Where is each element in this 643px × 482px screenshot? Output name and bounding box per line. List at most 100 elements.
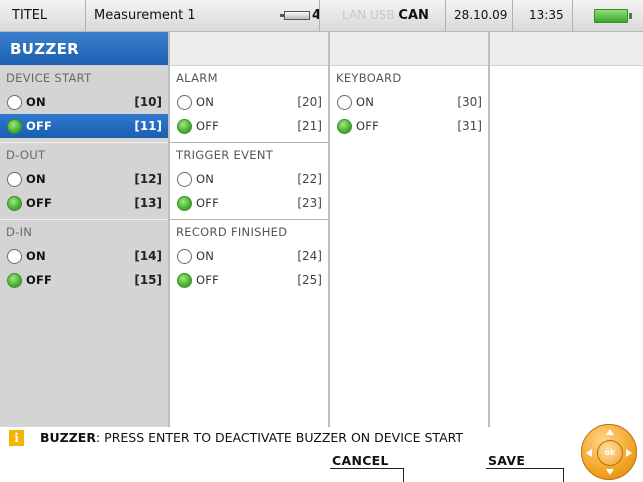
- status-bar: TITEL Measurement 1 4 LAN USB CAN 28.10.…: [0, 0, 643, 32]
- radio-off-icon: [7, 95, 22, 110]
- arrow-left-icon[interactable]: [586, 449, 592, 457]
- arrow-right-icon[interactable]: [626, 449, 632, 457]
- radio-on-icon: [177, 196, 192, 211]
- column-header: [170, 32, 328, 66]
- battery-full-icon: [594, 9, 632, 23]
- option-label: OFF: [26, 273, 53, 287]
- radio-off-icon: [177, 249, 192, 264]
- status-measurement[interactable]: Measurement 1 4: [86, 0, 320, 31]
- option-label: OFF: [26, 196, 53, 210]
- option-device-start-off[interactable]: OFF [11]: [0, 114, 168, 138]
- group-alarm: ALARM ON [20] OFF [21]: [170, 66, 328, 138]
- group-d-out: D-OUT ON [12] OFF [13]: [0, 142, 168, 215]
- option-label: OFF: [196, 119, 219, 133]
- info-icon: i: [9, 430, 24, 446]
- column-header: [490, 32, 643, 66]
- option-key: [10]: [134, 95, 162, 109]
- option-label: ON: [196, 249, 215, 263]
- save-button[interactable]: SAVE: [486, 453, 564, 482]
- group-title: D-IN: [6, 225, 33, 239]
- status-time: 13:35: [513, 0, 573, 31]
- column-4: [488, 32, 643, 427]
- option-key: [21]: [297, 119, 322, 133]
- info-text: : PRESS ENTER TO DEACTIVATE BUZZER ON DE…: [95, 430, 464, 445]
- cancel-button[interactable]: CANCEL: [330, 453, 404, 482]
- interfaces-inactive: LAN USB: [342, 8, 395, 22]
- group-record-finished: RECORD FINISHED ON [24] OFF [25]: [170, 219, 328, 292]
- radio-off-icon: [7, 172, 22, 187]
- option-label: ON: [196, 95, 215, 109]
- group-title: KEYBOARD: [336, 71, 402, 85]
- option-key: [13]: [134, 196, 162, 210]
- option-label: OFF: [196, 196, 219, 210]
- arrow-up-icon[interactable]: [606, 429, 614, 435]
- option-key: [24]: [297, 249, 322, 263]
- option-key: [12]: [134, 172, 162, 186]
- option-label: ON: [196, 172, 215, 186]
- option-key: [11]: [134, 119, 162, 133]
- radio-on-icon: [177, 119, 192, 134]
- page-title: BUZZER: [0, 32, 168, 66]
- column-header: [330, 32, 488, 66]
- nav-wheel[interactable]: ok: [581, 424, 637, 480]
- option-label: ON: [356, 95, 375, 109]
- option-key: [31]: [457, 119, 482, 133]
- column-2: ALARM ON [20] OFF [21] TRIGGER EVENT ON …: [168, 32, 328, 427]
- option-label: OFF: [26, 119, 53, 133]
- radio-on-icon: [177, 273, 192, 288]
- option-label: OFF: [356, 119, 379, 133]
- option-keyboard-on[interactable]: ON [30]: [330, 90, 488, 114]
- radio-on-icon: [337, 119, 352, 134]
- battery-pack-icon: [280, 11, 310, 20]
- status-interfaces: LAN USB CAN: [320, 0, 446, 31]
- option-d-in-on[interactable]: ON [14]: [0, 244, 168, 268]
- group-trigger-event: TRIGGER EVENT ON [22] OFF [23]: [170, 142, 328, 215]
- option-trigger-event-off[interactable]: OFF [23]: [170, 191, 328, 215]
- radio-off-icon: [337, 95, 352, 110]
- group-title: D-OUT: [6, 148, 46, 162]
- group-device-start: DEVICE START ON [10] OFF [11]: [0, 66, 168, 138]
- group-d-in: D-IN ON [14] OFF [15]: [0, 219, 168, 292]
- group-keyboard: KEYBOARD ON [30] OFF [31]: [330, 66, 488, 138]
- info-message: BUZZER: PRESS ENTER TO DEACTIVATE BUZZER…: [40, 427, 463, 449]
- option-key: [15]: [134, 273, 162, 287]
- option-alarm-on[interactable]: ON [20]: [170, 90, 328, 114]
- option-keyboard-off[interactable]: OFF [31]: [330, 114, 488, 138]
- option-key: [20]: [297, 95, 322, 109]
- radio-on-icon: [7, 273, 22, 288]
- option-d-out-on[interactable]: ON [12]: [0, 167, 168, 191]
- column-1: BUZZER DEVICE START ON [10] OFF [11] D-O…: [0, 32, 168, 427]
- group-title: ALARM: [176, 71, 218, 85]
- column-3: KEYBOARD ON [30] OFF [31]: [328, 32, 488, 427]
- group-title: DEVICE START: [6, 71, 92, 85]
- option-label: ON: [26, 95, 46, 109]
- radio-off-icon: [177, 95, 192, 110]
- option-trigger-event-on[interactable]: ON [22]: [170, 167, 328, 191]
- option-record-finished-off[interactable]: OFF [25]: [170, 268, 328, 292]
- info-bar: i BUZZER: PRESS ENTER TO DEACTIVATE BUZZ…: [0, 427, 643, 449]
- option-key: [14]: [134, 249, 162, 263]
- option-alarm-off[interactable]: OFF [21]: [170, 114, 328, 138]
- ok-button[interactable]: ok: [597, 440, 623, 466]
- option-label: OFF: [196, 273, 219, 287]
- option-d-out-off[interactable]: OFF [13]: [0, 191, 168, 215]
- option-key: [30]: [457, 95, 482, 109]
- option-key: [22]: [297, 172, 322, 186]
- radio-off-icon: [7, 249, 22, 264]
- interface-can: CAN: [398, 8, 429, 23]
- battery-count: 4: [312, 0, 319, 31]
- status-date: 28.10.09: [446, 0, 513, 31]
- radio-on-icon: [7, 196, 22, 211]
- radio-on-icon: [7, 119, 22, 134]
- option-label: ON: [26, 172, 46, 186]
- info-label: BUZZER: [40, 430, 96, 445]
- option-device-start-on[interactable]: ON [10]: [0, 90, 168, 114]
- option-label: ON: [26, 249, 46, 263]
- radio-off-icon: [177, 172, 192, 187]
- option-d-in-off[interactable]: OFF [15]: [0, 268, 168, 292]
- power-status: [573, 0, 643, 31]
- group-title: RECORD FINISHED: [176, 225, 288, 239]
- arrow-down-icon[interactable]: [606, 469, 614, 475]
- group-title: TRIGGER EVENT: [176, 148, 274, 162]
- option-record-finished-on[interactable]: ON [24]: [170, 244, 328, 268]
